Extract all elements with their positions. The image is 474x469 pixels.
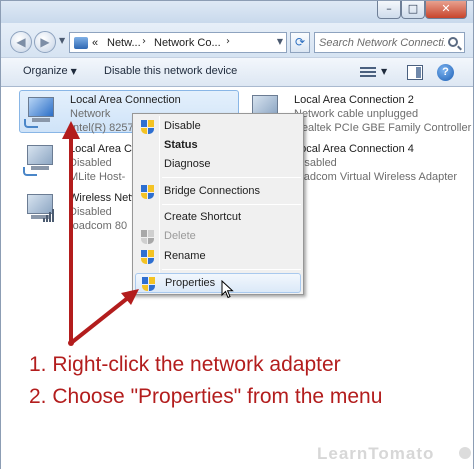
network-adapter-icon (24, 97, 56, 128)
address-bar[interactable]: « Netw... › Network Co... › ▼ (69, 32, 287, 53)
adapter-status: Disabled (69, 206, 112, 218)
explorer-window: – □ ✕ ◀ ▶ ▼ « Netw... › Network Co... › … (0, 0, 474, 469)
menu-item-label: Bridge Connections (164, 185, 261, 197)
adapter-device: roadcom 80 (69, 220, 128, 232)
adapter-context-menu: Disable Status Diagnose Bridge Connectio… (132, 113, 304, 295)
forward-button[interactable]: ▶ (34, 31, 56, 53)
menu-item-label: Rename (164, 250, 206, 262)
breadcrumb-network-connections[interactable]: Network Co... (154, 37, 221, 49)
preview-pane-icon[interactable] (407, 65, 423, 80)
watermark-logo-text: LearnTomato (317, 444, 435, 463)
adapter-name: Local Area Co (69, 143, 139, 155)
change-view-icon[interactable] (360, 66, 376, 79)
menu-item-status[interactable]: Status (135, 136, 301, 156)
organize-menu[interactable]: Organize ▼ (23, 65, 77, 77)
watermark-logo-icon (459, 447, 471, 459)
forward-arrow-icon: ▶ (40, 35, 50, 49)
search-input[interactable] (319, 35, 445, 50)
close-button[interactable]: ✕ (425, 1, 467, 19)
breadcrumb-overflow[interactable]: « (92, 37, 98, 49)
address-dropdown-icon[interactable]: ▼ (277, 37, 283, 46)
menu-item-label: Delete (164, 230, 196, 242)
menu-item-label: Diagnose (164, 158, 211, 170)
recent-pages-dropdown[interactable]: ▼ (59, 36, 65, 45)
adapter-status: Disabled (69, 157, 112, 169)
breadcrumb-network[interactable]: Netw... (107, 37, 141, 49)
menu-item-properties[interactable]: Properties (135, 273, 301, 293)
menu-item-create-shortcut[interactable]: Create Shortcut (135, 208, 301, 228)
adapter-status: Network (70, 108, 111, 120)
view-options-dropdown-icon[interactable]: ▼ (381, 67, 387, 76)
maximize-button[interactable]: □ (401, 1, 425, 19)
navigation-bar: ◀ ▶ ▼ « Netw... › Network Co... › ▼ ⟳ (1, 23, 473, 57)
minimize-button[interactable]: – (377, 1, 401, 19)
adapter-local-area-connection-3[interactable]: Local Area Co Disabled MLite Host- (19, 141, 138, 184)
uac-shield-icon (141, 120, 154, 135)
breadcrumb-chevron-icon[interactable]: › (142, 36, 146, 47)
instruction-step-2: 2. Choose "Properties" from the menu (29, 385, 383, 408)
menu-separator (162, 204, 301, 205)
wireless-adapter-icon (23, 194, 55, 224)
menu-separator (162, 177, 301, 178)
uac-shield-icon (141, 230, 154, 245)
menu-item-label: Create Shortcut (164, 211, 242, 223)
network-adapter-icon (23, 145, 55, 176)
search-icon[interactable] (448, 37, 458, 47)
adapter-name: Local Area Connection 4 (294, 143, 414, 155)
menu-item-rename[interactable]: Rename (135, 247, 301, 267)
menu-item-label: Disable (164, 120, 201, 132)
menu-item-delete: Delete (135, 227, 301, 247)
uac-shield-icon (141, 250, 154, 265)
menu-item-disable[interactable]: Disable (135, 117, 301, 137)
adapter-name: Local Area Connection 2 (294, 94, 414, 106)
instruction-step-1: 1. Right-click the network adapter (29, 353, 341, 376)
refresh-button[interactable]: ⟳ (290, 32, 310, 53)
title-bar: – □ ✕ (1, 1, 473, 23)
network-folder-icon (74, 37, 88, 49)
adapter-status: Network cable unplugged (294, 108, 419, 120)
search-box[interactable] (314, 32, 465, 53)
back-button[interactable]: ◀ (10, 31, 32, 53)
breadcrumb-chevron-icon[interactable]: › (226, 36, 230, 47)
uac-shield-icon (142, 277, 155, 292)
back-arrow-icon: ◀ (16, 35, 26, 49)
chevron-down-icon: ▼ (70, 67, 77, 76)
adapter-device: roadcom Virtual Wireless Adapter (294, 171, 458, 183)
refresh-icon: ⟳ (294, 35, 306, 49)
command-bar: Organize ▼ Disable this network device ▼ … (1, 57, 473, 87)
uac-shield-icon (141, 185, 154, 200)
disable-device-label: Disable this network device (104, 65, 238, 77)
adapter-name: Wireless Netw (69, 192, 140, 204)
adapter-device: Realtek PCIe GBE Family Controller (294, 122, 472, 134)
adapter-name: Local Area Connection (70, 94, 181, 106)
menu-item-diagnose[interactable]: Diagnose (135, 155, 301, 175)
mouse-pointer-icon (221, 280, 234, 299)
disable-device-button[interactable]: Disable this network device (104, 65, 237, 77)
menu-item-label: Status (164, 139, 198, 151)
menu-item-bridge-connections[interactable]: Bridge Connections (135, 182, 301, 202)
menu-item-label: Properties (165, 277, 216, 289)
adapter-wireless-network[interactable]: Wireless Netw Disabled roadcom 80 (19, 190, 139, 233)
menu-separator (162, 269, 301, 270)
help-icon[interactable]: ? (437, 64, 454, 81)
adapter-device: MLite Host- (69, 171, 126, 183)
organize-label: Organize (23, 65, 68, 77)
adapter-device: Intel(R) 82579 (70, 122, 140, 134)
